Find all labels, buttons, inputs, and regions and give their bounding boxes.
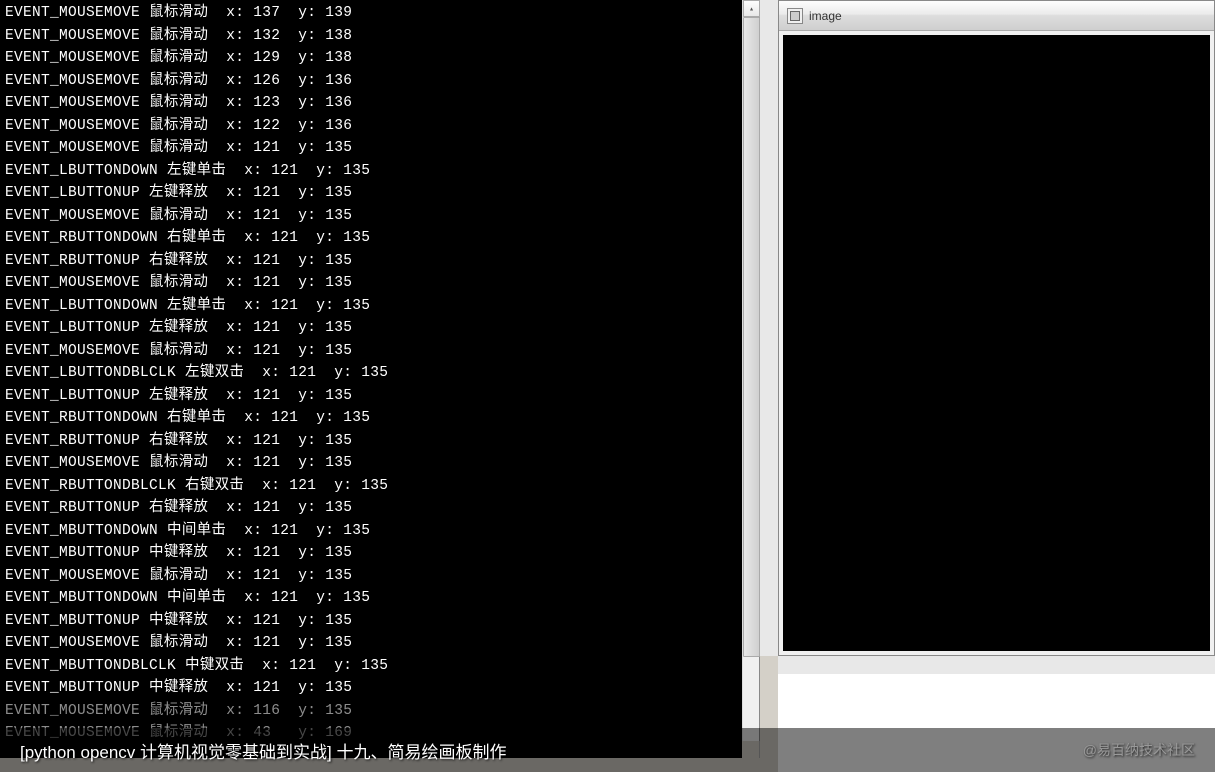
- image-window: image: [778, 0, 1215, 656]
- window-icon: [787, 8, 803, 24]
- caption-bar: [python opencv 计算机视觉零基础到实战] 十九、简易绘画板制作 @…: [0, 728, 1215, 772]
- console-scrollbar[interactable]: ▴ ▾: [742, 0, 759, 758]
- caption-text: [python opencv 计算机视觉零基础到实战] 十九、简易绘画板制作: [20, 738, 506, 763]
- window-gap: [760, 0, 778, 656]
- window-title: image: [809, 9, 842, 23]
- image-titlebar[interactable]: image: [779, 1, 1214, 31]
- scrollbar-thumb[interactable]: [743, 17, 760, 657]
- watermark: @易百纳技术社区: [1083, 740, 1195, 760]
- background-strip: [778, 656, 1215, 674]
- scrollbar-track[interactable]: [743, 17, 759, 741]
- scroll-up-button[interactable]: ▴: [743, 0, 760, 17]
- console-window: EVENT_MOUSEMOVE 鼠标滑动 x: 137 y: 139 EVENT…: [0, 0, 760, 758]
- image-canvas[interactable]: [783, 35, 1210, 651]
- console-output: EVENT_MOUSEMOVE 鼠标滑动 x: 137 y: 139 EVENT…: [0, 0, 759, 747]
